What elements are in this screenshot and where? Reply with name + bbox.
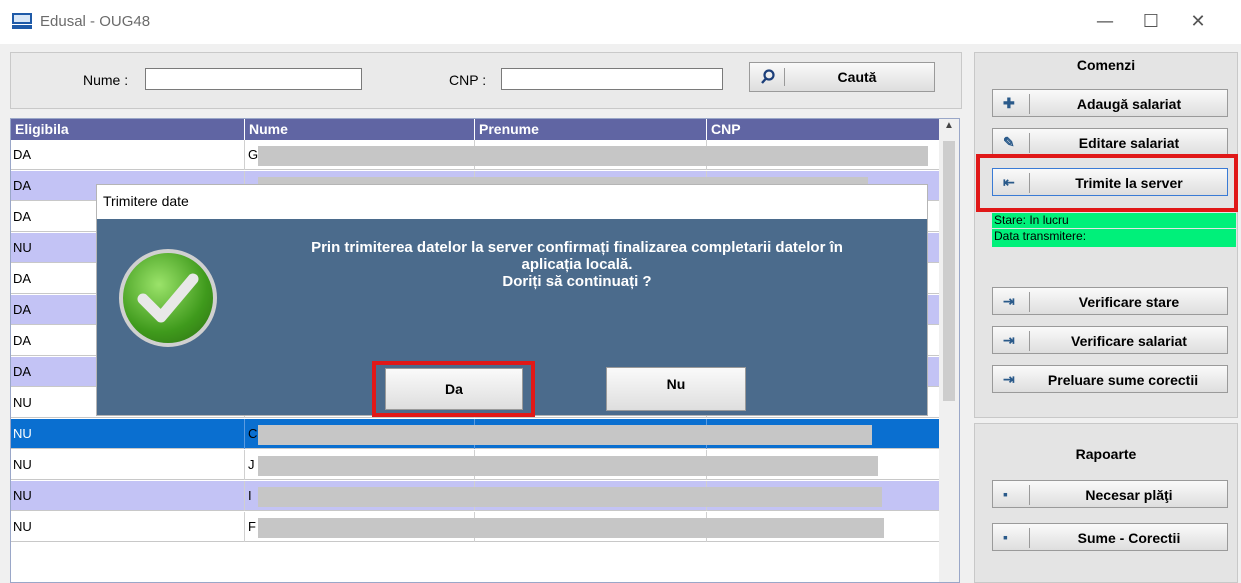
name-initial: G <box>248 147 259 162</box>
arrow-right-icon: ⇥ <box>1003 332 1015 348</box>
redacted-data <box>258 487 882 507</box>
column-header-eligibila[interactable]: Eligibila <box>11 119 244 140</box>
grid-header: Eligibila Nume Prenume CNP <box>11 119 939 140</box>
eligibila-cell: NU <box>13 395 32 410</box>
column-divider <box>244 481 245 511</box>
redacted-data <box>258 456 878 476</box>
eligibila-cell: DA <box>13 302 32 317</box>
arrow-right-icon: ⇥ <box>1003 293 1015 309</box>
column-header-nume[interactable]: Nume <box>244 119 474 140</box>
transmit-date-text: Data transmitere: <box>992 229 1236 247</box>
add-employee-button[interactable]: ✚ Adaugă salariat <box>992 89 1228 117</box>
name-initial: F <box>248 519 256 534</box>
reports-title: Rapoarte <box>1075 446 1137 462</box>
commands-title: Comenzi <box>1076 57 1136 73</box>
edit-employee-button[interactable]: ✎ Editare salariat <box>992 128 1228 156</box>
send-arrow-icon: ⇤ <box>1003 174 1015 190</box>
payments-report-button[interactable]: ▪ Necesar plăţi <box>992 480 1228 508</box>
corrections-report-button[interactable]: ▪ Sume - Corectii <box>992 523 1228 551</box>
eligibila-cell: DA <box>13 209 32 224</box>
status-text: Stare: In lucru <box>992 213 1236 228</box>
eligibila-cell: DA <box>13 333 32 348</box>
floppy-icon: ▪ <box>1003 486 1008 502</box>
eligibila-cell: NU <box>13 457 32 472</box>
eligibila-cell: DA <box>13 147 32 162</box>
name-initial: J <box>248 457 255 472</box>
corrections-report-label: Sume - Corectii <box>1077 530 1181 546</box>
column-divider <box>244 140 245 170</box>
eligibila-cell: DA <box>13 364 32 379</box>
edit-employee-label: Editare salariat <box>1078 135 1180 151</box>
add-employee-label: Adaugă salariat <box>1076 96 1182 112</box>
cnp-input[interactable] <box>501 68 723 90</box>
dialog-title: Trimitere date <box>103 193 189 209</box>
column-divider <box>244 450 245 480</box>
check-status-button[interactable]: ⇥ Verificare stare <box>992 287 1228 315</box>
table-row[interactable]: NU J <box>11 450 939 480</box>
eligibila-cell: NU <box>13 426 32 441</box>
fetch-corrections-label: Preluare sume corectii <box>1047 372 1199 388</box>
dialog-message-line2: aplicația locală. <box>521 256 633 273</box>
send-to-server-button[interactable]: ⇤ Trimite la server <box>992 168 1228 196</box>
window-title: Edusal - OUG48 <box>40 13 151 30</box>
dialog-message: Prin trimiterea datelor la server confir… <box>237 239 917 290</box>
table-row[interactable]: DA G <box>11 140 939 170</box>
search-button[interactable]: Caută <box>749 62 935 92</box>
payments-report-label: Necesar plăţi <box>1085 487 1173 503</box>
checkmark-icon <box>119 249 217 347</box>
dialog-message-line1: Prin trimiterea datelor la server confir… <box>311 239 843 256</box>
name-input[interactable] <box>145 68 362 90</box>
column-divider <box>244 512 245 542</box>
name-label: Nume : <box>83 72 129 88</box>
floppy-icon: ▪ <box>1003 529 1008 545</box>
magnifier-icon <box>761 69 775 84</box>
arrow-right-icon: ⇥ <box>1003 371 1015 387</box>
table-row[interactable]: NU I <box>11 481 939 511</box>
eligibila-cell: NU <box>13 240 32 255</box>
yes-button[interactable]: Da <box>385 368 523 410</box>
redacted-data <box>258 146 928 166</box>
check-employee-label: Verificare salariat <box>1071 333 1187 349</box>
confirm-dialog: Trimitere date Prin trimiterea datelor l… <box>96 184 928 417</box>
column-divider <box>244 419 245 449</box>
name-initial: C <box>248 426 258 441</box>
name-initial: I <box>248 488 252 503</box>
dialog-title-bar: Trimitere date <box>97 185 927 219</box>
cnp-label: CNP : <box>449 72 487 88</box>
eligibila-cell: DA <box>13 178 32 193</box>
check-employee-button[interactable]: ⇥ Verificare salariat <box>992 326 1228 354</box>
search-button-label: Caută <box>837 69 877 85</box>
pencil-icon: ✎ <box>1003 134 1015 150</box>
fetch-corrections-button[interactable]: ⇥ Preluare sume corectii <box>992 365 1228 393</box>
send-to-server-label: Trimite la server <box>1075 175 1183 191</box>
table-row[interactable]: NU F <box>11 512 939 542</box>
scrollbar-thumb[interactable] <box>943 141 955 401</box>
no-button[interactable]: Nu <box>606 367 746 411</box>
eligibila-cell: NU <box>13 519 32 534</box>
search-bar: Nume : CNP : Caută <box>10 52 962 109</box>
app-logo-icon <box>12 13 32 29</box>
plus-icon: ✚ <box>1003 95 1015 111</box>
dialog-message-line3: Doriți să continuați ? <box>502 273 652 290</box>
scroll-up-icon[interactable]: ▲ <box>944 120 954 131</box>
close-button[interactable]: ✕ <box>1178 8 1218 36</box>
redacted-data <box>258 518 884 538</box>
title-bar: Edusal - OUG48 — ☐ ✕ <box>0 0 1241 44</box>
button-separator <box>784 68 785 86</box>
column-header-prenume[interactable]: Prenume <box>474 119 706 140</box>
eligibila-cell: DA <box>13 271 32 286</box>
minimize-button[interactable]: — <box>1085 8 1125 36</box>
maximize-button[interactable]: ☐ <box>1131 8 1171 36</box>
redacted-data <box>258 425 872 445</box>
check-status-label: Verificare stare <box>1078 294 1180 310</box>
table-row[interactable]: NU C <box>11 419 939 449</box>
column-header-cnp[interactable]: CNP <box>706 119 939 140</box>
eligibila-cell: NU <box>13 488 32 503</box>
